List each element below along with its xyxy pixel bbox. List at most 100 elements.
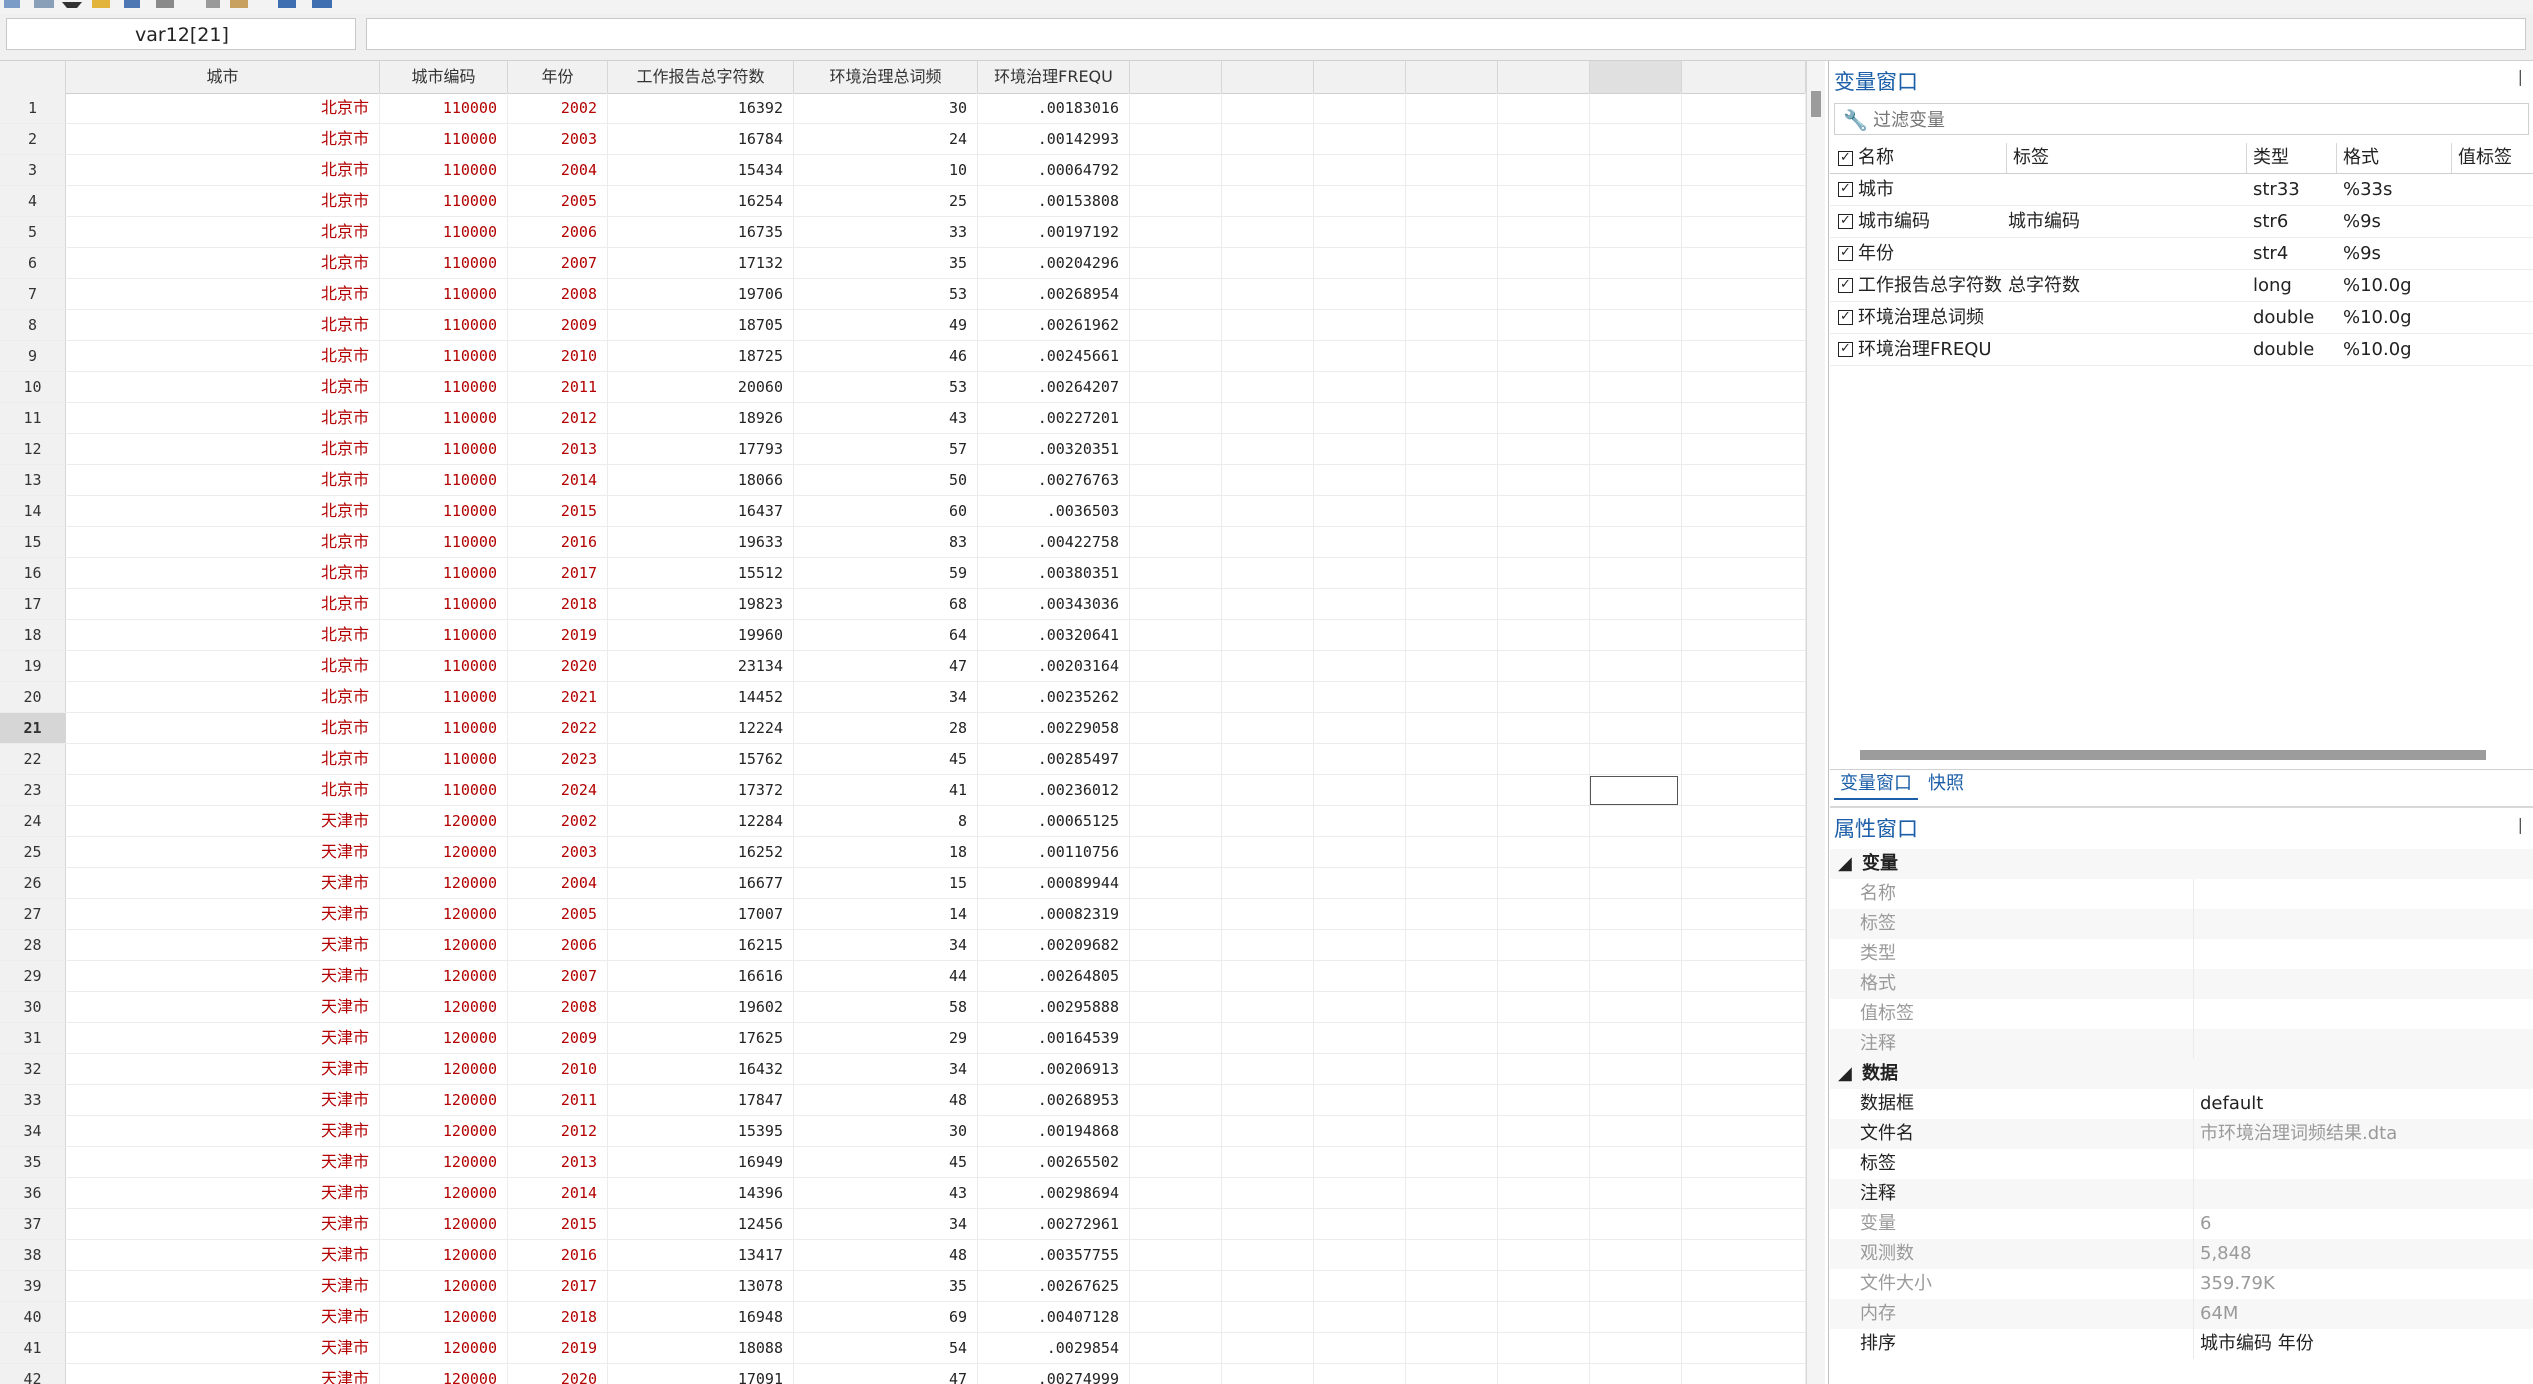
table-cell[interactable]: 12456 xyxy=(608,1209,794,1239)
cell-city[interactable]: 天津市 xyxy=(66,1147,380,1177)
empty-cell[interactable] xyxy=(1590,806,1682,836)
cell-year[interactable]: 2002 xyxy=(508,93,608,123)
empty-cell[interactable] xyxy=(1314,403,1406,433)
cell-year[interactable]: 2022 xyxy=(508,713,608,743)
table-row[interactable]: 16 北京市 110000 2017 15512 59.00380351 xyxy=(0,558,1810,589)
empty-cell[interactable] xyxy=(1406,124,1498,154)
table-cell[interactable]: 47 xyxy=(794,651,978,681)
table-row[interactable]: 17 北京市 110000 2018 19823 68.00343036 xyxy=(0,589,1810,620)
table-cell[interactable]: 34 xyxy=(794,1209,978,1239)
empty-cell[interactable] xyxy=(1222,868,1314,898)
empty-cell[interactable] xyxy=(1590,248,1682,278)
empty-cell[interactable] xyxy=(1498,1240,1590,1270)
empty-cell[interactable] xyxy=(1590,1302,1682,1332)
table-icon[interactable] xyxy=(34,0,54,8)
row-number[interactable]: 28 xyxy=(0,930,66,960)
cell-city[interactable]: 北京市 xyxy=(66,248,380,278)
empty-cell[interactable] xyxy=(1498,186,1590,216)
empty-cell[interactable] xyxy=(1222,682,1314,712)
empty-cell[interactable] xyxy=(1682,1364,1806,1384)
empty-cell[interactable] xyxy=(1314,868,1406,898)
property-row[interactable]: 数据框 default xyxy=(1830,1089,2533,1119)
empty-cell[interactable] xyxy=(1682,93,1806,123)
table-cell[interactable]: 16784 xyxy=(608,124,794,154)
row-number[interactable]: 6 xyxy=(0,248,66,278)
row-number[interactable]: 40 xyxy=(0,1302,66,1332)
table-cell[interactable]: 8 xyxy=(794,806,978,836)
pin-icon[interactable]: ❘ xyxy=(2514,815,2527,834)
row-number[interactable]: 3 xyxy=(0,155,66,185)
property-row[interactable]: 注释 xyxy=(1830,1179,2533,1209)
empty-cell[interactable] xyxy=(1222,93,1314,123)
empty-cell[interactable] xyxy=(1682,899,1806,929)
empty-cell[interactable] xyxy=(1498,434,1590,464)
row-number[interactable]: 24 xyxy=(0,806,66,836)
empty-cell[interactable] xyxy=(1314,620,1406,650)
table-row[interactable]: 36 天津市 120000 2014 14396 43.00298694 xyxy=(0,1178,1810,1209)
column-header[interactable]: 城市 xyxy=(66,61,380,93)
table-cell[interactable]: .00209682 xyxy=(978,930,1130,960)
selected-cell[interactable] xyxy=(1590,776,1678,805)
table-row[interactable]: 29 天津市 120000 2007 16616 44.00264805 xyxy=(0,961,1810,992)
empty-cell[interactable] xyxy=(1222,248,1314,278)
empty-cell[interactable] xyxy=(1590,496,1682,526)
table-cell[interactable]: 15395 xyxy=(608,1116,794,1146)
table-cell[interactable]: 17091 xyxy=(608,1364,794,1384)
empty-cell[interactable] xyxy=(1314,992,1406,1022)
empty-cell[interactable] xyxy=(1314,1054,1406,1084)
table-cell[interactable]: 59 xyxy=(794,558,978,588)
cell-city-code[interactable]: 120000 xyxy=(380,1364,508,1384)
row-number[interactable]: 39 xyxy=(0,1271,66,1301)
empty-cell[interactable] xyxy=(1498,1302,1590,1332)
empty-cell[interactable] xyxy=(1130,868,1222,898)
table-cell[interactable]: .0029854 xyxy=(978,1333,1130,1363)
empty-cell[interactable] xyxy=(1314,310,1406,340)
empty-cell[interactable] xyxy=(1682,558,1806,588)
empty-cell[interactable] xyxy=(1590,899,1682,929)
variable-row[interactable]: ✓ 年份 str4 %9s xyxy=(1830,238,2533,270)
table-row[interactable]: 23 北京市 110000 2024 17372 41.00236012 xyxy=(0,775,1810,806)
table-cell[interactable]: 16677 xyxy=(608,868,794,898)
empty-cell[interactable] xyxy=(1590,1116,1682,1146)
variable-row[interactable]: ✓ 城市编码 城市编码 str6 %9s xyxy=(1830,206,2533,238)
cell-year[interactable]: 2008 xyxy=(508,279,608,309)
empty-cell[interactable] xyxy=(1406,310,1498,340)
empty-cell[interactable] xyxy=(1130,341,1222,371)
cell-city[interactable]: 北京市 xyxy=(66,341,380,371)
property-row[interactable]: 排序 城市编码 年份 xyxy=(1830,1329,2533,1359)
empty-cell[interactable] xyxy=(1682,992,1806,1022)
empty-cell[interactable] xyxy=(1130,899,1222,929)
cell-year[interactable]: 2012 xyxy=(508,1116,608,1146)
empty-cell[interactable] xyxy=(1314,961,1406,991)
empty-cell[interactable] xyxy=(1130,1302,1222,1332)
empty-cell[interactable] xyxy=(1682,124,1806,154)
empty-cell[interactable] xyxy=(1682,651,1806,681)
empty-cell[interactable] xyxy=(1222,1023,1314,1053)
table-cell[interactable]: .00204296 xyxy=(978,248,1130,278)
empty-cell[interactable] xyxy=(1314,1271,1406,1301)
empty-cell[interactable] xyxy=(1406,651,1498,681)
table-cell[interactable]: .00320641 xyxy=(978,620,1130,650)
cell-year[interactable]: 2018 xyxy=(508,1302,608,1332)
empty-cell[interactable] xyxy=(1682,620,1806,650)
table-cell[interactable]: 57 xyxy=(794,434,978,464)
cell-year[interactable]: 2007 xyxy=(508,248,608,278)
empty-cell[interactable] xyxy=(1222,744,1314,774)
empty-cell[interactable] xyxy=(1498,1054,1590,1084)
empty-cell[interactable] xyxy=(1130,248,1222,278)
empty-cell[interactable] xyxy=(1222,1271,1314,1301)
table-cell[interactable]: .00110756 xyxy=(978,837,1130,867)
cell-year[interactable]: 2020 xyxy=(508,651,608,681)
cell-year[interactable]: 2011 xyxy=(508,372,608,402)
cell-city[interactable]: 天津市 xyxy=(66,1178,380,1208)
row-number[interactable]: 13 xyxy=(0,465,66,495)
row-number[interactable]: 22 xyxy=(0,744,66,774)
empty-cell[interactable] xyxy=(1130,217,1222,247)
row-number[interactable]: 12 xyxy=(0,434,66,464)
cell-city[interactable]: 北京市 xyxy=(66,403,380,433)
table-cell[interactable]: 48 xyxy=(794,1240,978,1270)
table-cell[interactable]: 53 xyxy=(794,279,978,309)
property-row[interactable]: 格式 xyxy=(1830,969,2533,999)
empty-cell[interactable] xyxy=(1590,93,1682,123)
empty-cell[interactable] xyxy=(1130,1209,1222,1239)
